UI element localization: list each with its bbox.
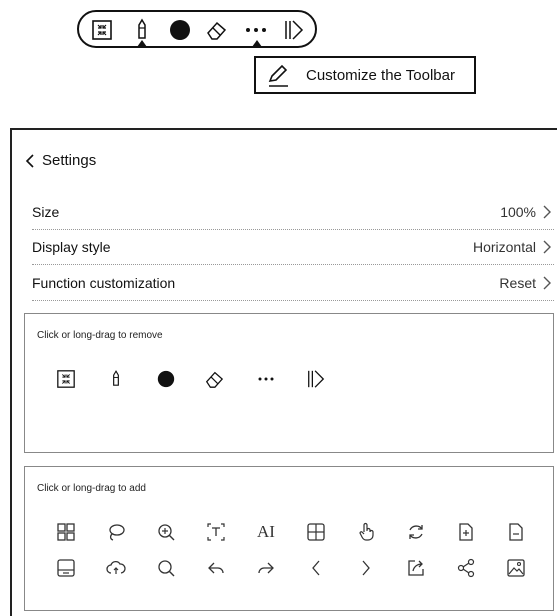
color-dot-icon[interactable]: [167, 16, 193, 44]
redo-icon[interactable]: [253, 555, 279, 581]
remove-hint: Click or long-drag to remove: [37, 330, 163, 341]
share-icon[interactable]: [453, 555, 479, 581]
chevron-left-icon: [24, 153, 36, 168]
setting-value: Horizontal: [472, 239, 536, 255]
customize-toolbar-button[interactable]: Customize the Toolbar: [254, 56, 476, 94]
setting-value: 100%: [500, 204, 536, 220]
available-tools-box: Click or long-drag to add AI: [24, 466, 554, 611]
next-icon[interactable]: [353, 555, 379, 581]
customize-toolbar-label: Customize the Toolbar: [306, 66, 455, 84]
add-page-icon[interactable]: [453, 519, 479, 545]
floating-toolbar: [77, 10, 317, 48]
lasso-icon[interactable]: [103, 519, 129, 545]
setting-row-function-customization[interactable]: Function customization Reset: [32, 266, 554, 301]
refresh-icon[interactable]: [403, 519, 429, 545]
settings-panel: Settings Size 100% Display style Horizon…: [10, 128, 557, 616]
setting-row-display-style[interactable]: Display style Horizontal: [32, 230, 554, 265]
zoom-in-icon[interactable]: [153, 519, 179, 545]
settings-title: Settings: [42, 152, 97, 169]
add-hint: Click or long-drag to add: [37, 483, 146, 494]
layout-grid-icon[interactable]: [53, 519, 79, 545]
collapse-icon[interactable]: [53, 366, 79, 392]
edit-pencil-icon: [264, 61, 292, 89]
text-box-icon[interactable]: [203, 519, 229, 545]
back-button[interactable]: Settings: [24, 152, 96, 169]
eraser-icon[interactable]: [203, 16, 229, 44]
save-icon[interactable]: [53, 555, 79, 581]
setting-value: Reset: [499, 275, 536, 291]
pen-icon[interactable]: [103, 366, 129, 392]
setting-label: Size: [32, 204, 60, 220]
more-icon[interactable]: [253, 366, 279, 392]
color-dot-icon[interactable]: [153, 366, 179, 392]
previous-icon[interactable]: [303, 555, 329, 581]
ai-label: AI: [257, 522, 275, 541]
ai-icon[interactable]: AI: [253, 519, 279, 545]
cloud-sync-icon[interactable]: [103, 555, 129, 581]
search-icon[interactable]: [153, 555, 179, 581]
current-tools-box: Click or long-drag to remove: [24, 313, 554, 453]
page-icon[interactable]: [503, 519, 529, 545]
setting-label: Display style: [32, 239, 111, 255]
expand-icon[interactable]: [303, 366, 329, 392]
collapse-icon[interactable]: [89, 16, 115, 44]
chevron-right-icon: [542, 205, 552, 219]
undo-icon[interactable]: [203, 555, 229, 581]
chevron-right-icon: [542, 240, 552, 254]
hand-pan-icon[interactable]: [353, 519, 379, 545]
setting-row-size[interactable]: Size 100%: [32, 195, 554, 230]
chevron-right-icon: [542, 276, 552, 290]
setting-label: Function customization: [32, 275, 176, 291]
eraser-icon[interactable]: [201, 366, 227, 392]
expand-icon[interactable]: [281, 16, 307, 44]
table-icon[interactable]: [303, 519, 329, 545]
export-icon[interactable]: [403, 555, 429, 581]
insert-image-icon[interactable]: [503, 555, 529, 581]
